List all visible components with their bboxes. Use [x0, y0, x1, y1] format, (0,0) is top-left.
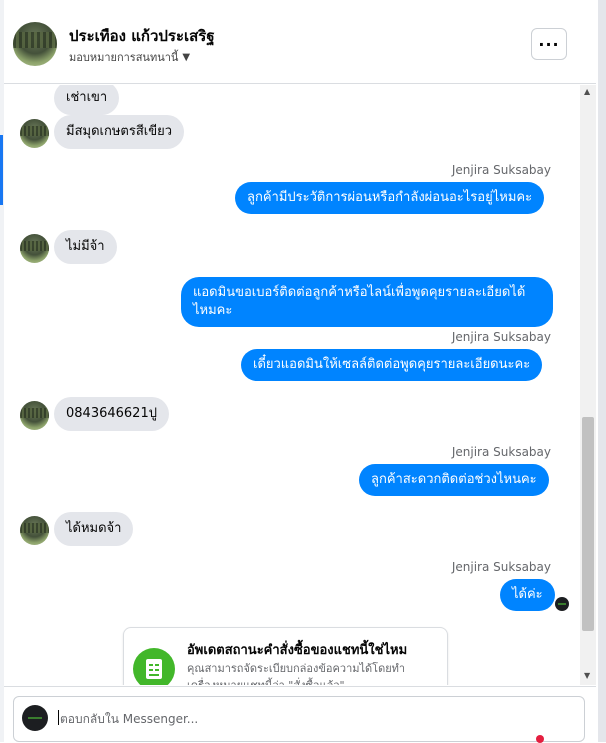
scroll-up-arrow-icon[interactable]: ▲ — [584, 87, 590, 96]
order-card-description: คุณสามารถจัดระเบียบกล่องข้อความได้โดยทำเ… — [187, 662, 406, 685]
order-card-title: อัพเดตสถานะคำสั่งซื้อของแชทนี้ใช่ไหม — [187, 643, 408, 658]
incoming-message: 0843646621ปู — [54, 397, 169, 431]
contact-avatar-small — [20, 234, 49, 263]
right-panel-edge — [598, 0, 606, 742]
incoming-message: มีสมุดเกษตรสีเขียว — [54, 115, 185, 149]
message-thread: เช่าเขา มีสมุดเกษตรสีเขียว Jenjira Suksa… — [4, 85, 580, 685]
contact-avatar-small — [20, 401, 49, 430]
sender-name: Jenjira Suksabay — [451, 445, 551, 459]
contact-avatar-small — [20, 516, 49, 545]
composer-divider — [4, 686, 596, 687]
order-receipt-icon — [133, 648, 175, 685]
reply-input[interactable] — [58, 707, 562, 731]
contact-avatar[interactable] — [13, 22, 57, 66]
sender-name: Jenjira Suksabay — [451, 560, 551, 574]
reply-composer — [13, 696, 585, 743]
scroll-down-arrow-icon[interactable]: ▼ — [584, 671, 590, 680]
text-cursor — [58, 710, 59, 725]
contact-name[interactable]: ประเทือง แก้วประเสริฐ — [69, 24, 215, 48]
outgoing-message: เดี๋ยวแอดมินให้เซลล์ติดต่อพูดคุยรายละเอี… — [241, 349, 543, 381]
outgoing-message: ลูกค้าสะดวกติดต่อช่วงไหนคะ — [359, 464, 549, 496]
page-avatar — [22, 705, 48, 731]
incoming-message: เช่าเขา — [54, 85, 120, 115]
order-status-card[interactable]: อัพเดตสถานะคำสั่งซื้อของแชทนี้ใช่ไหม คุณ… — [123, 627, 448, 685]
conversation-header: ประเทือง แก้วประเสริฐ มอบหมายการสนทนานี้… — [4, 4, 596, 84]
scrollbar-thumb[interactable] — [582, 417, 594, 631]
incoming-message: ได้หมดจ้า — [54, 512, 134, 546]
caret-down-icon: ▼ — [182, 51, 191, 63]
contact-avatar-small — [20, 119, 49, 148]
thread-scrollbar[interactable]: ▲ ▼ — [580, 85, 596, 685]
outgoing-message: ได้ค่ะ — [500, 579, 555, 611]
seen-indicator-avatar — [555, 597, 569, 611]
outgoing-message: ลูกค้ามีประวัติการผ่อนหรือกำลังผ่อนอะไรอ… — [235, 182, 545, 214]
incoming-message: ไม่มีจ้า — [54, 230, 117, 264]
assign-conversation-label: มอบหมายการสนทนานี้ — [69, 51, 179, 64]
more-options-button[interactable]: ··· — [531, 28, 567, 60]
outgoing-message: แอดมินขอเบอร์ติดต่อลูกค้าหรือไลน์เพื่อพู… — [181, 277, 553, 327]
sender-name: Jenjira Suksabay — [451, 330, 551, 344]
left-panel-active-indicator — [0, 135, 3, 205]
assign-conversation-dropdown[interactable]: มอบหมายการสนทนานี้ ▼ — [69, 48, 190, 66]
sender-name: Jenjira Suksabay — [451, 163, 551, 177]
